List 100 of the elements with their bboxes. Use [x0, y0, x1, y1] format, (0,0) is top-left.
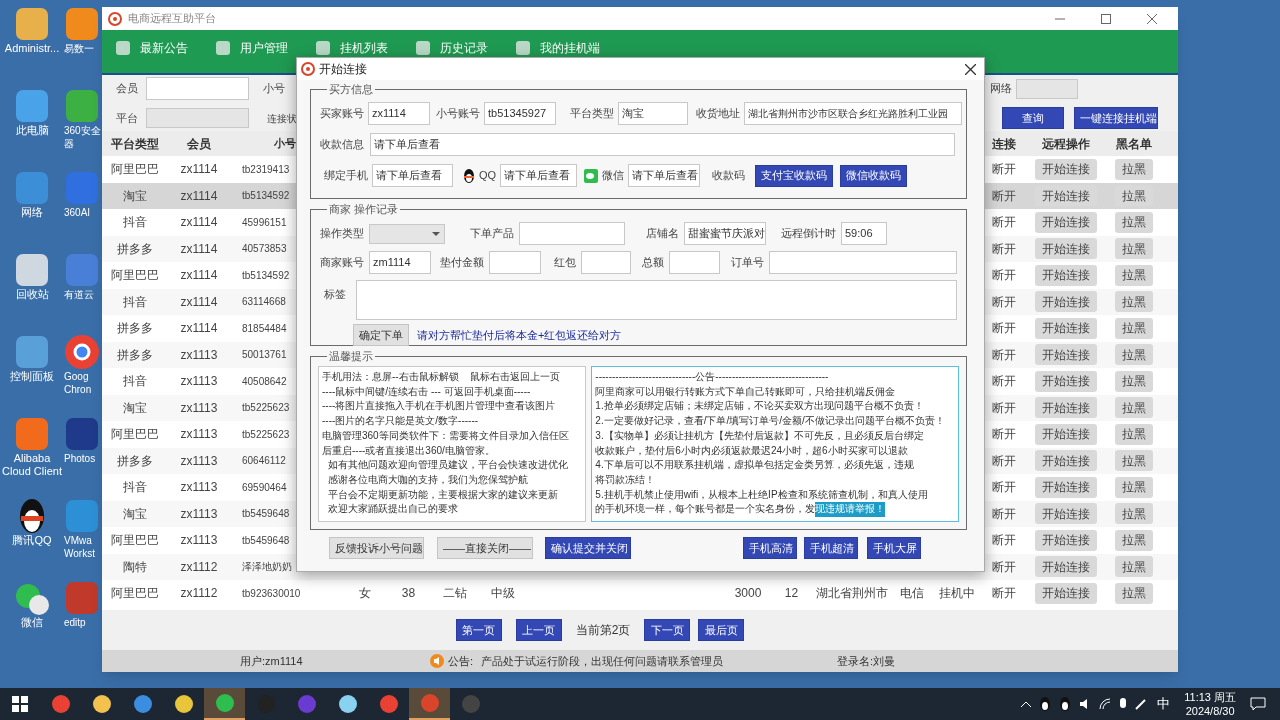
tip-line: 电脑管理360等同类软件下：需要将文件目录加入信任区 [322, 428, 570, 443]
field-label: 远程倒计时 [781, 226, 836, 242]
table-cell-text: 陶特 [123, 558, 147, 576]
table-cell-text: 断开 [992, 399, 1016, 417]
notice-line: ------------------------------公告---------------------------------- [595, 370, 830, 384]
table-cell-text: zx1113 [180, 479, 218, 497]
field-label: 买家账号 [320, 106, 364, 122]
notice-label: 公告: [448, 653, 474, 669]
table-cell-text: zx1114 [180, 187, 218, 205]
tip-line: 感谢各位电商大咖的支持，我们为您保驾护航 [326, 472, 529, 487]
field-label: 小号 [263, 81, 285, 97]
table-cell-text: 断开 [992, 161, 1016, 179]
hint-text: 请对方帮忙垫付后将本金+红包返还给对方 [417, 327, 622, 343]
table-cell-text: 抖音 [123, 373, 147, 391]
table-cell-text: 阿里巴巴 [111, 426, 159, 444]
table-cell-text: 断开 [992, 452, 1016, 470]
table-cell-text: 淘宝 [123, 399, 147, 417]
field-label: 平台 [116, 110, 138, 126]
table-cell-text: 63114668 [242, 295, 286, 310]
table-cell-text: zx1112 [180, 585, 218, 603]
table-cell-text: 拼多多 [117, 240, 153, 258]
group-legend: 温馨提示 [327, 348, 375, 364]
table-cell-text: zx1112 [180, 558, 218, 576]
table-cell-text: 拼多多 [117, 346, 153, 364]
tip-line: 手机用法：息屏--右击鼠标解锁 鼠标右击返回上一页 [322, 370, 561, 384]
notice-line: 1.抢单必须绑定店铺；未绑定店铺，不论买卖双方出现问题平台概不负责！ [595, 399, 925, 414]
field-label: 店铺名 [646, 226, 679, 242]
field-label: 连接状 [267, 111, 297, 126]
table-cell-text: 抖音 [123, 479, 147, 497]
field-label: 标签 [324, 287, 346, 302]
field-label: 小号账号 [436, 106, 480, 122]
field-label: 网络 [990, 81, 1012, 97]
table-cell-text: 3000 [734, 585, 762, 603]
table-cell-text: 69590464 [242, 480, 287, 495]
table-cell-text: tb2319413 [242, 162, 290, 177]
table-cell-text: zx1114 [180, 267, 218, 285]
field-label: 垫付金额 [440, 255, 484, 271]
dialog-title: 开始连接 [319, 61, 367, 78]
field-label: 订单号 [731, 255, 764, 271]
table-cell-text: zx1114 [180, 240, 218, 258]
field-label: 会员 [116, 81, 138, 97]
table-cell-text: zx1114 [180, 293, 218, 311]
status-login: 登录名:刘曼 [837, 653, 896, 669]
table-cell-text: zx1113 [180, 452, 218, 470]
field-label: 收货地址 [696, 106, 740, 122]
table-cell-text: 12 [784, 585, 799, 603]
table-cell-text: 挂机中 [939, 585, 975, 603]
page-indicator: 当前第2页 [575, 622, 631, 639]
table-cell-text: 断开 [992, 240, 1016, 258]
field-label: QQ [479, 168, 497, 184]
group-legend: 商家 操作记录 [327, 201, 401, 217]
table-cell-text: 断开 [992, 558, 1016, 576]
field-label: 微信 [602, 168, 625, 184]
table-cell-text: zx1114 [180, 161, 218, 179]
table-cell-text: zx1113 [180, 373, 218, 391]
tip-line: 欢迎大家踊跃提出自己的要求 [326, 502, 459, 517]
notice-line: 5.挂机手机禁止使用wifi，从根本上杜绝IP检查和系统筛查机制，和真人使用 [595, 487, 929, 502]
table-cell-text: 断开 [992, 585, 1016, 603]
table-cell-text: 阿里巴巴 [111, 532, 159, 550]
tip-line: 如有其他问题欢迎向管理员建议，平台会快速改进优化 [326, 458, 569, 473]
notice-line: 将罚款冻结！ [595, 472, 657, 487]
table-cell-text: 抖音 [123, 293, 147, 311]
table-cell-text: tb923630010 [242, 586, 301, 601]
group-legend: 买方信息 [327, 81, 375, 97]
status-user: 用户:zm1114 [240, 653, 304, 669]
table-cell-text: 湖北省荆州市 [815, 585, 888, 603]
window-title: 电商远程互助平台 [128, 11, 216, 27]
field-label: 收款码 [712, 168, 746, 184]
field-label: 下单产品 [470, 226, 514, 242]
table-cell-text: 50013761 [242, 348, 287, 363]
table-cell-text: 拼多多 [117, 320, 153, 338]
table-cell-text: 断开 [992, 532, 1016, 550]
table-cell-text: 断开 [992, 346, 1016, 364]
column-header: 连接 [992, 135, 1016, 153]
table-cell-text: 泽泽地奶奶 [242, 560, 292, 575]
table-cell-text: 中级 [491, 585, 515, 603]
table-cell-text: tb5225623 [242, 401, 290, 416]
field-label: 平台类型 [570, 106, 614, 122]
notice-line: 4.下单后可以不用联系挂机端，虚拟单包括定金类另算，必须先返，违规 [595, 458, 915, 473]
table-cell-text: 60646112 [242, 454, 286, 469]
table-cell-text: tb5459648 [242, 507, 290, 522]
selected-text: 现违规请举报！ [815, 502, 886, 518]
column-header: 黑名单 [1116, 135, 1152, 153]
field-label: 操作类型 [320, 226, 364, 242]
field-label: 收款信息 [320, 137, 364, 153]
table-cell-text: 电信 [900, 585, 924, 603]
table-cell-text: 38 [401, 585, 416, 603]
table-cell-text: 40573853 [242, 242, 287, 257]
table-cell-text: 女 [359, 585, 371, 603]
table-cell-text: 40508642 [242, 374, 287, 389]
tip-line: ----鼠标中间键/连续右击 --- 可返回手机桌面----- [322, 384, 532, 399]
table-cell-text: 断开 [992, 479, 1016, 497]
table-cell-text: tb5459648 [242, 533, 290, 548]
field-label: 商家账号 [320, 255, 364, 271]
table-cell-text: 断开 [992, 293, 1016, 311]
table-cell-text: 淘宝 [123, 187, 147, 205]
table-cell-text: zx1113 [180, 505, 218, 523]
notice-line: 阿里商家可以用银行转账方式下单自己转账即可，只给挂机端反佣金 [595, 384, 897, 399]
table-cell-text: 45996151 [242, 215, 287, 230]
field-label: 红包 [554, 255, 576, 271]
